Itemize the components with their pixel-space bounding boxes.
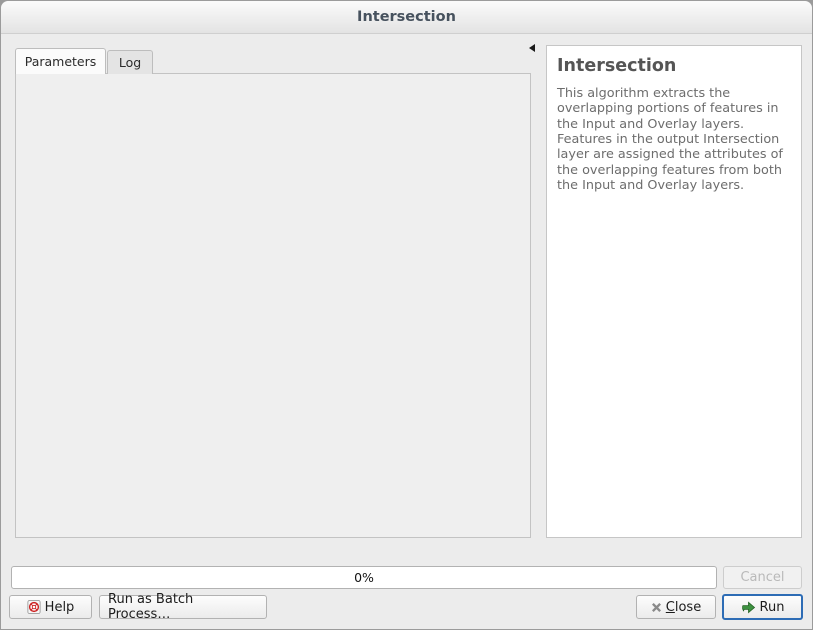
tab-cover xyxy=(16,72,105,74)
help-button[interactable]: Help xyxy=(9,595,92,619)
close-x-icon xyxy=(651,602,662,613)
tab-log[interactable]: Log xyxy=(107,50,153,74)
run-button[interactable]: Run xyxy=(722,594,803,620)
help-button-label: Help xyxy=(45,600,75,615)
tab-parameters[interactable]: Parameters xyxy=(15,48,106,74)
help-lifebuoy-icon xyxy=(27,600,41,614)
help-panel-description: This algorithm extracts the overlapping … xyxy=(557,86,795,193)
window-title: Intersection xyxy=(1,1,812,34)
collapse-panel-icon[interactable] xyxy=(529,44,535,52)
run-button-label: Run xyxy=(760,600,785,615)
progress-bar: 0% xyxy=(11,566,717,589)
close-button-label: Close xyxy=(666,600,701,615)
parameters-panel xyxy=(15,73,531,538)
close-button[interactable]: Close xyxy=(636,595,716,619)
help-panel: Intersection This algorithm extracts the… xyxy=(546,45,802,538)
run-as-batch-button[interactable]: Run as Batch Process… xyxy=(99,595,267,619)
intersection-dialog: Intersection Parameters Log Input layer … xyxy=(0,0,813,630)
run-arrow-icon xyxy=(741,600,756,614)
cancel-button[interactable]: Cancel xyxy=(723,566,802,589)
help-panel-title: Intersection xyxy=(557,56,791,76)
